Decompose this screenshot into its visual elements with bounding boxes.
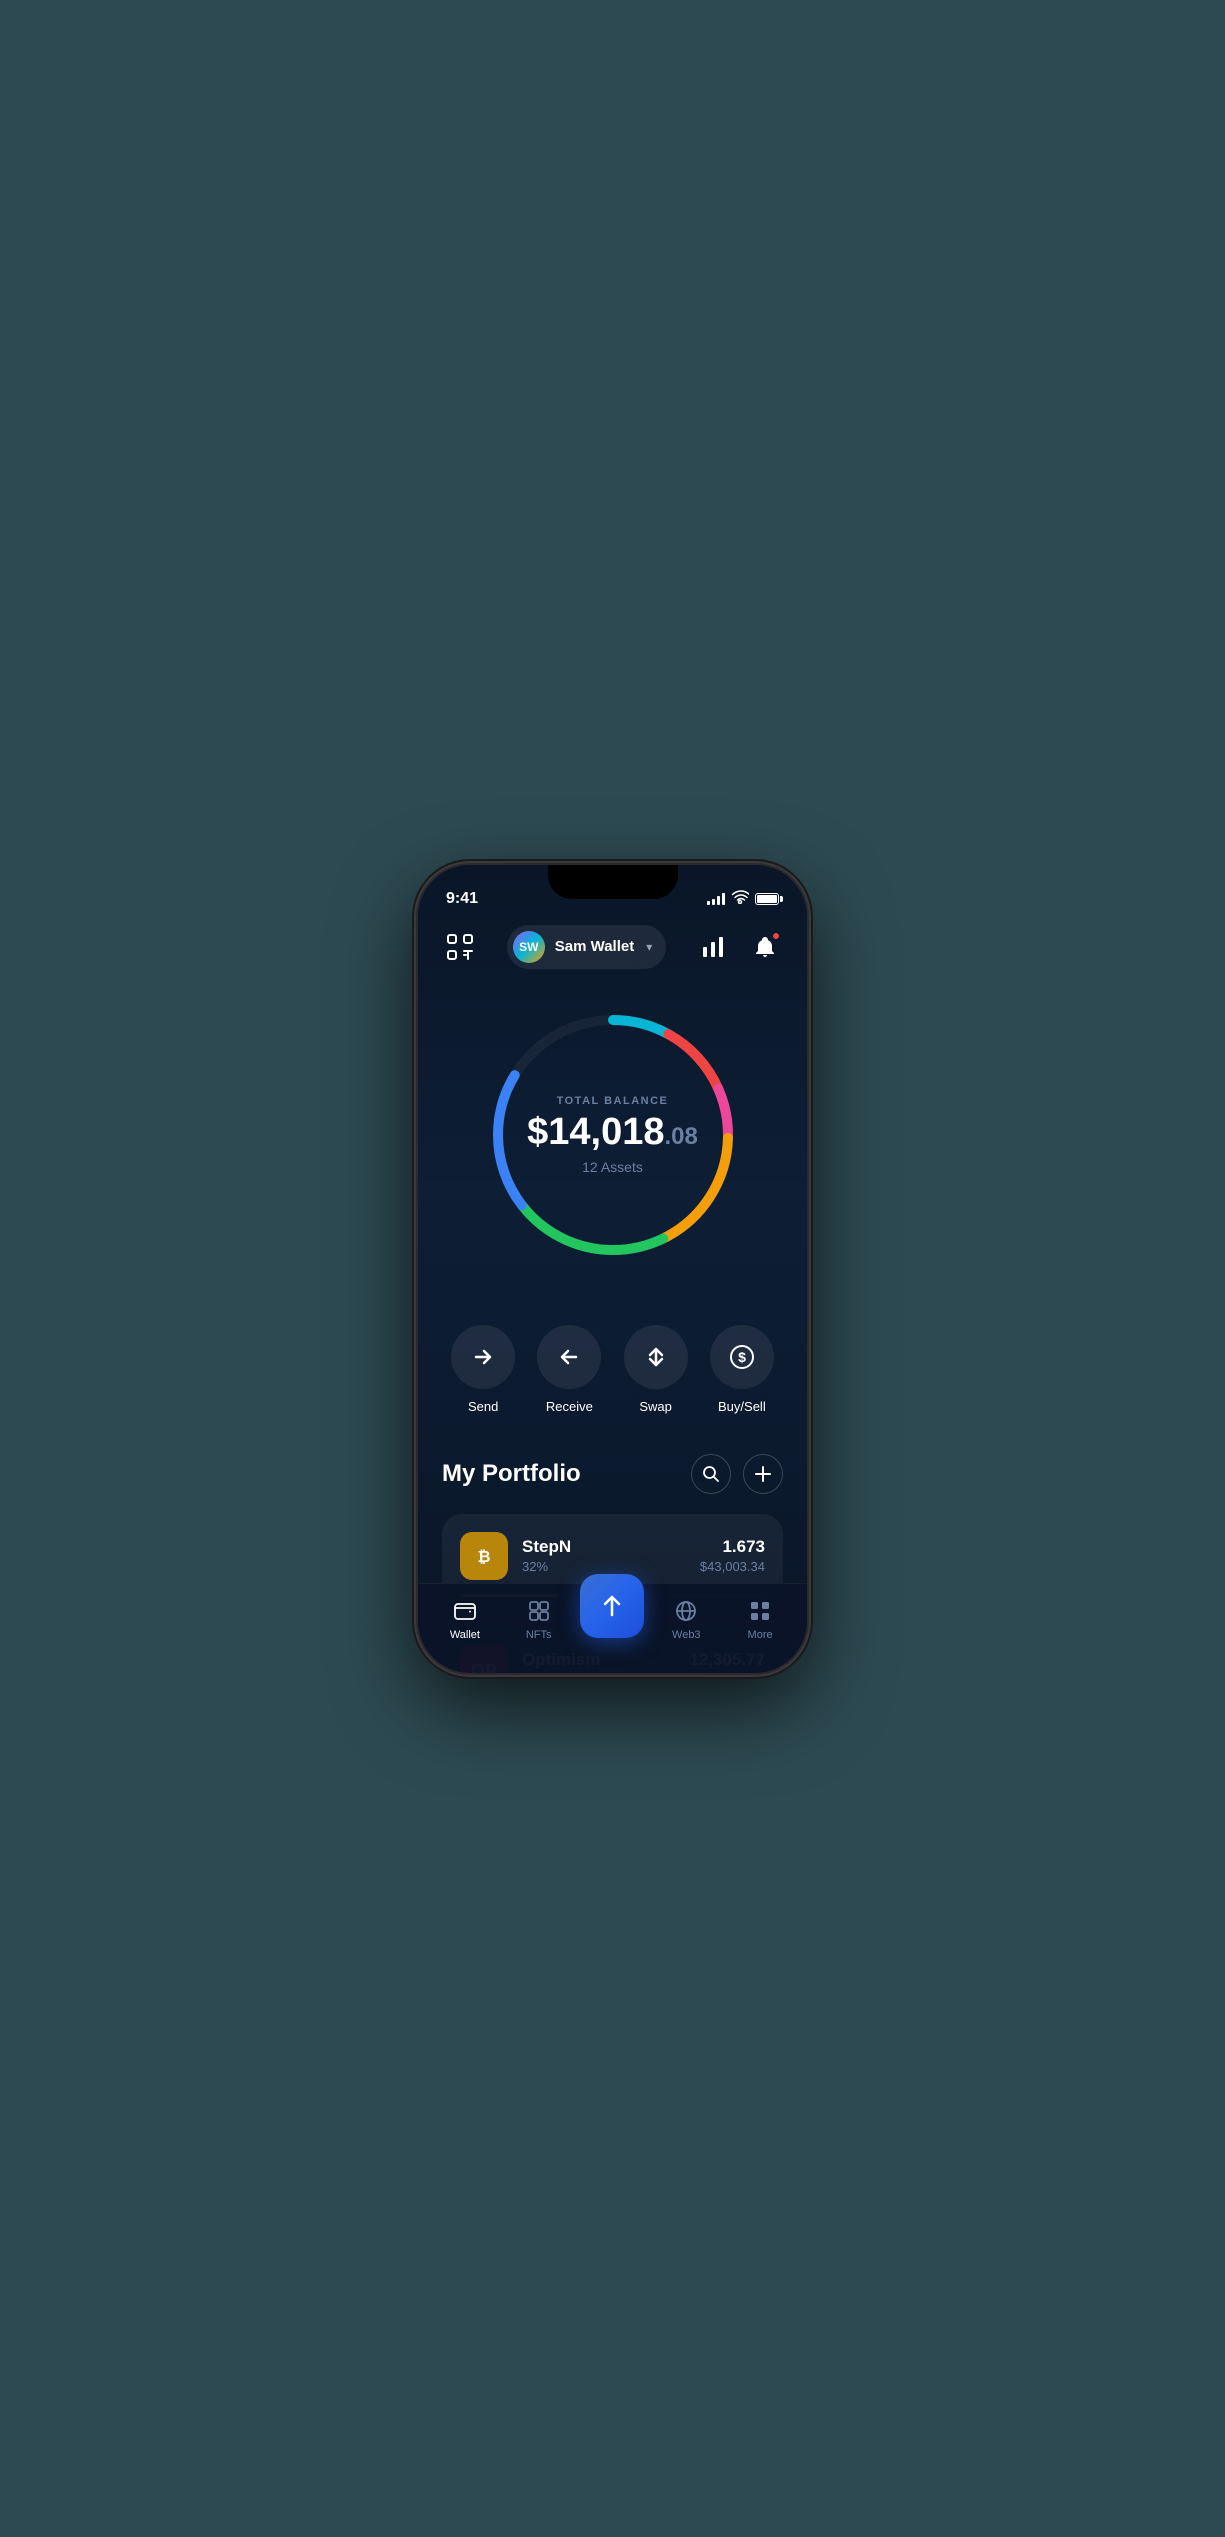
web3-nav-label: Web3 (672, 1629, 701, 1641)
receive-button[interactable] (537, 1325, 601, 1389)
center-action-button[interactable] (580, 1574, 644, 1638)
stepn-usd: $43,003.34 (700, 1559, 765, 1574)
scan-button[interactable] (442, 929, 478, 965)
wifi-icon (731, 890, 749, 907)
action-swap[interactable]: Swap (621, 1325, 691, 1414)
nav-center[interactable] (576, 1574, 650, 1638)
nav-nfts[interactable]: NFTs (502, 1594, 576, 1641)
stepn-name: StepN (522, 1537, 571, 1557)
send-label: Send (468, 1399, 498, 1414)
web3-nav-icon (673, 1598, 699, 1624)
action-buysell[interactable]: $ Buy/Sell (707, 1325, 777, 1414)
balance-assets: 12 Assets (513, 1159, 713, 1175)
nav-web3[interactable]: Web3 (649, 1594, 723, 1641)
signal-bar-1 (707, 901, 710, 905)
stats-button[interactable] (695, 929, 731, 965)
balance-amount: $14,018.08 (513, 1113, 713, 1151)
notification-dot (771, 931, 781, 941)
swap-button[interactable] (624, 1325, 688, 1389)
balance-section: TOTAL BALANCE $14,018.08 12 Assets (418, 985, 807, 1305)
avatar: SW (513, 931, 545, 963)
signal-bars-icon (707, 893, 725, 905)
balance-label: TOTAL BALANCE (513, 1095, 713, 1107)
more-nav-icon (747, 1598, 773, 1624)
wallet-nav-label: Wallet (450, 1629, 480, 1641)
portfolio-title: My Portfolio (442, 1460, 581, 1488)
balance-center: TOTAL BALANCE $14,018.08 12 Assets (513, 1095, 713, 1175)
signal-bar-4 (722, 893, 725, 905)
notch (548, 865, 678, 899)
wallet-nav-icon (452, 1598, 478, 1624)
stepn-pct: 32% (522, 1559, 571, 1574)
swap-label: Swap (639, 1399, 672, 1414)
more-nav-label: More (748, 1629, 773, 1641)
search-portfolio-button[interactable] (691, 1454, 731, 1494)
battery-fill (757, 895, 777, 903)
nfts-nav-label: NFTs (526, 1629, 552, 1641)
buysell-button[interactable]: $ (710, 1325, 774, 1389)
balance-integer: $14,018 (527, 1111, 664, 1153)
nfts-nav-icon (526, 1598, 552, 1624)
receive-label: Receive (546, 1399, 593, 1414)
phone-frame: 9:41 (416, 863, 809, 1675)
portfolio-header: My Portfolio (442, 1454, 783, 1494)
action-send[interactable]: Send (448, 1325, 518, 1414)
send-button[interactable] (451, 1325, 515, 1389)
notifications-button[interactable] (747, 929, 783, 965)
portfolio-actions (691, 1454, 783, 1494)
status-time: 9:41 (446, 890, 478, 908)
buysell-label: Buy/Sell (718, 1399, 766, 1414)
chevron-down-icon: ▾ (646, 940, 652, 954)
svg-text:$: $ (738, 1349, 746, 1365)
signal-bar-3 (717, 896, 720, 905)
signal-bar-2 (712, 899, 715, 905)
stepn-right: 1.673 $43,003.34 (700, 1537, 765, 1574)
battery-icon (755, 893, 779, 905)
wallet-selector[interactable]: SW Sam Wallet ▾ (507, 925, 667, 969)
status-icons (707, 890, 779, 907)
svg-text:₿: ₿ (477, 1548, 490, 1566)
nav-more[interactable]: More (723, 1594, 797, 1641)
asset-row-stepn: ₿ StepN 32% 1.673 $43,003.34 (460, 1532, 765, 1580)
header-right (695, 929, 783, 965)
add-portfolio-button[interactable] (743, 1454, 783, 1494)
nav-wallet[interactable]: Wallet (428, 1594, 502, 1641)
balance-decimal: .08 (665, 1123, 698, 1150)
stepn-icon: ₿ (460, 1532, 508, 1580)
asset-left-stepn: ₿ StepN 32% (460, 1532, 571, 1580)
stepn-info: StepN 32% (522, 1537, 571, 1574)
stepn-amount: 1.673 (700, 1537, 765, 1557)
bottom-nav: Wallet NFTs (418, 1583, 807, 1673)
balance-ring: TOTAL BALANCE $14,018.08 12 Assets (483, 1005, 743, 1265)
actions-row: Send Receive Swap (418, 1305, 807, 1444)
wallet-name: Sam Wallet (555, 938, 634, 955)
app-content[interactable]: SW Sam Wallet ▾ (418, 865, 807, 1673)
action-receive[interactable]: Receive (534, 1325, 604, 1414)
